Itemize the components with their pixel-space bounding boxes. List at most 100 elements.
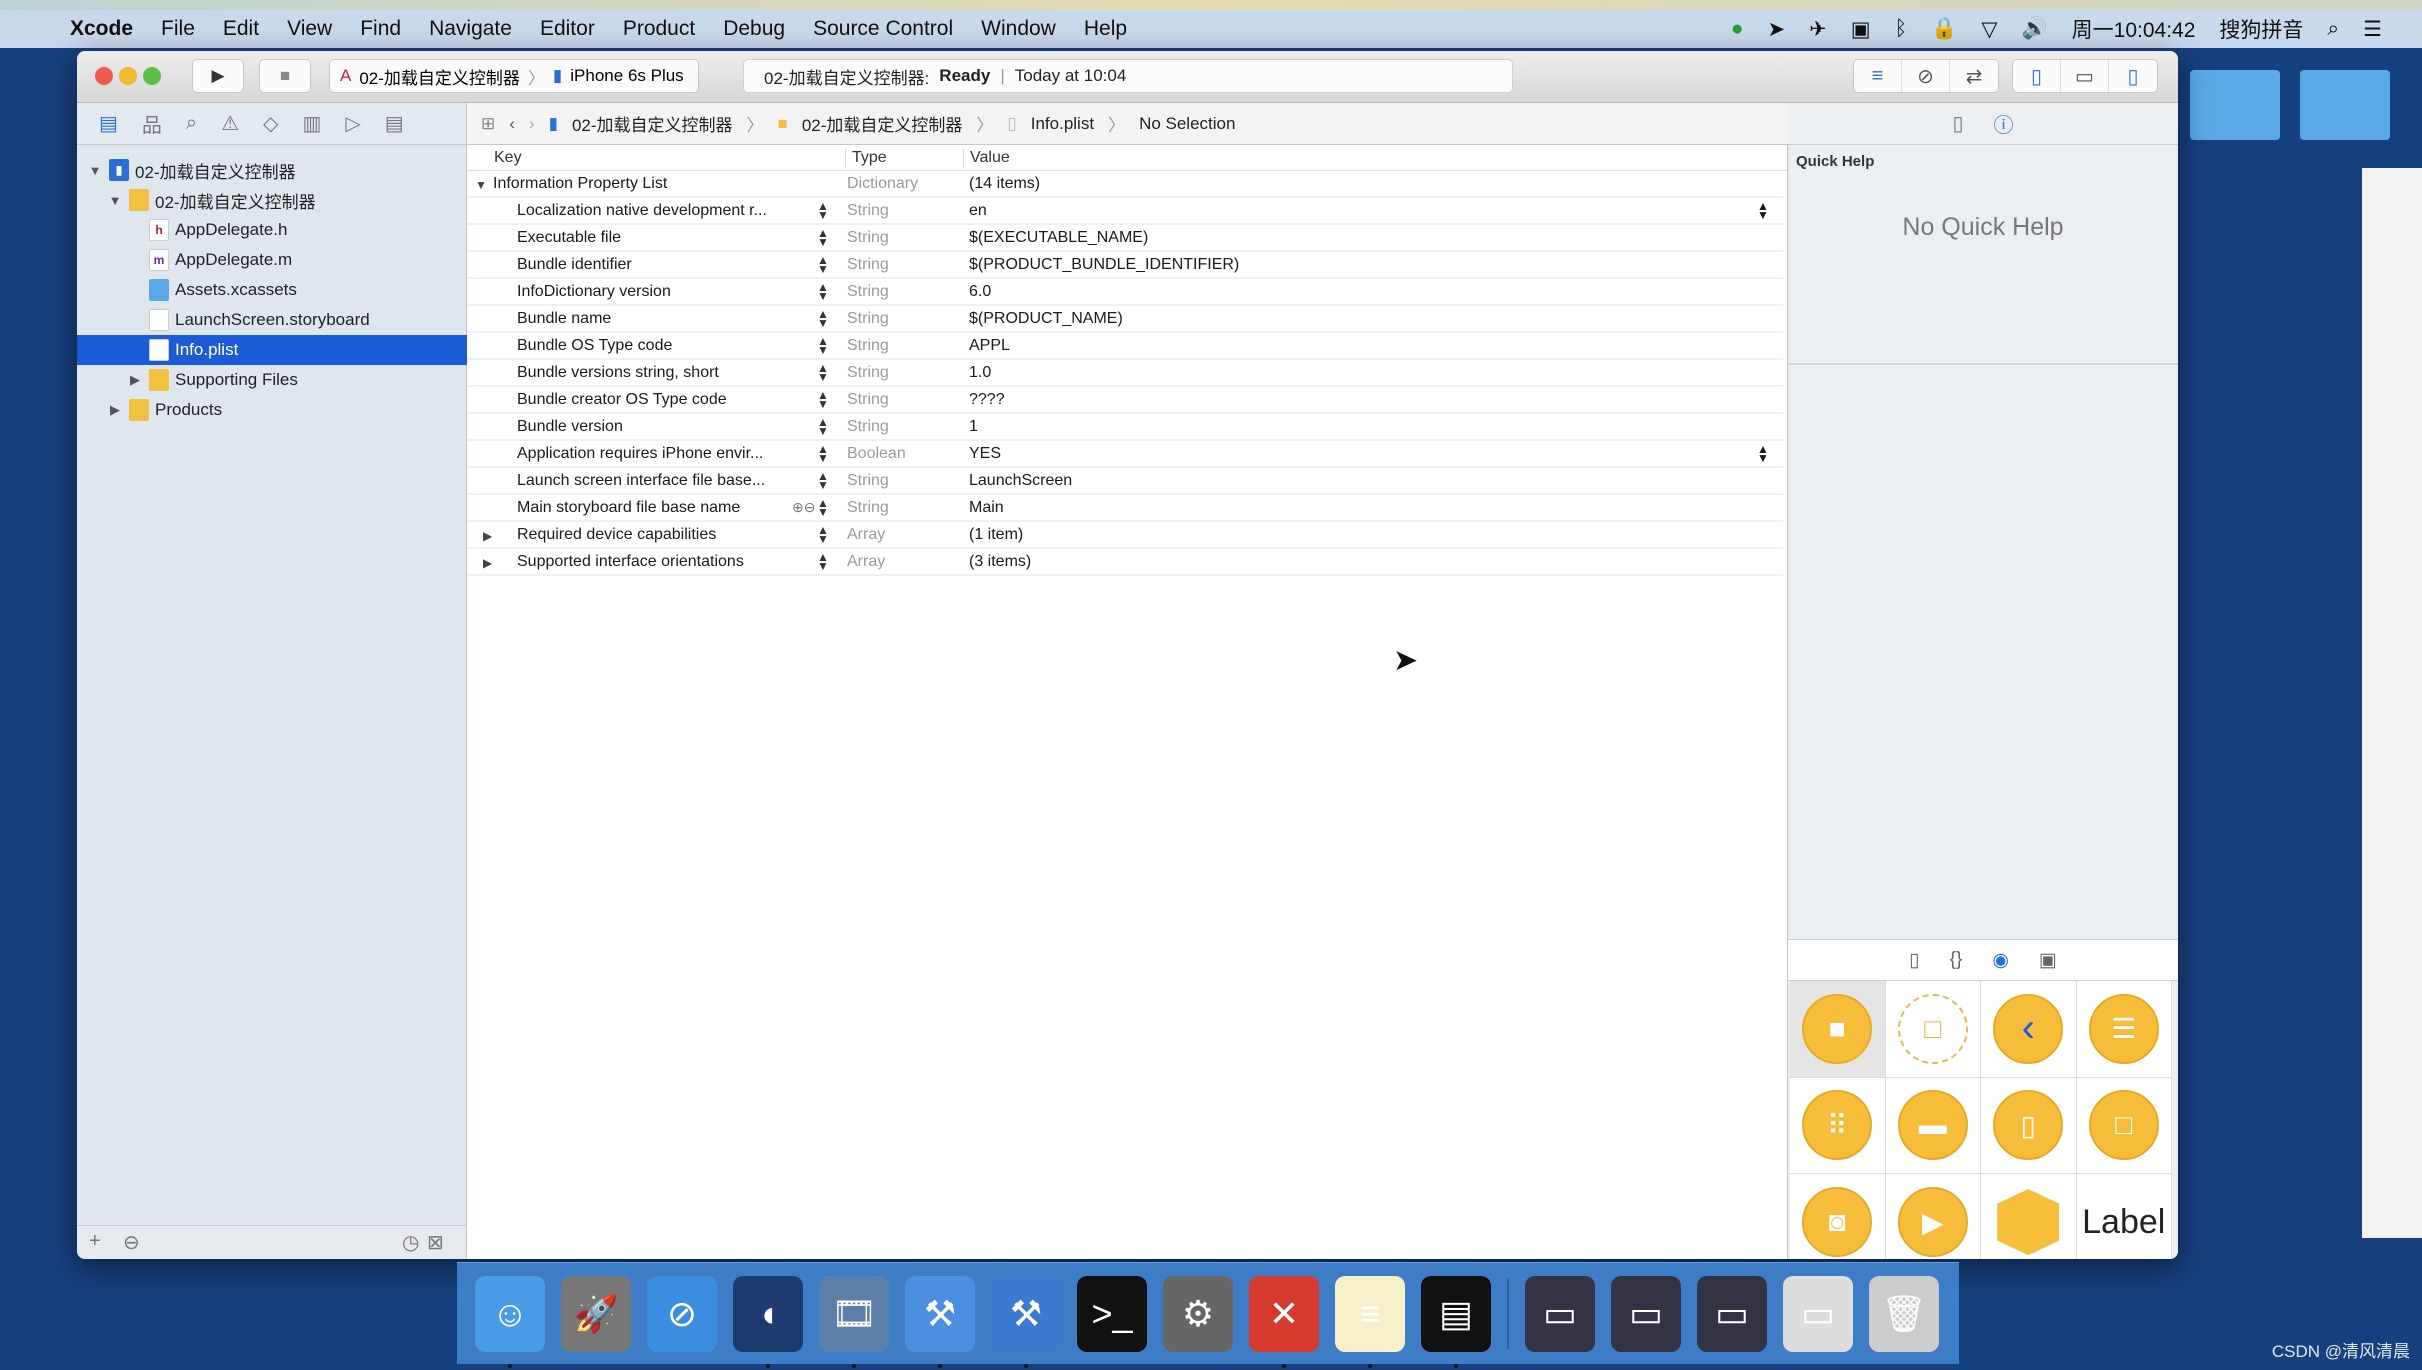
debug-area-toggle-icon[interactable]: ▭ (2061, 60, 2109, 92)
plist-type[interactable]: String (847, 229, 889, 247)
navigator-item[interactable]: m AppDelegate.m (77, 245, 467, 275)
dock-notes-icon[interactable]: ≡ (1335, 1275, 1405, 1368)
plist-row[interactable]: ▶ Required device capabilities ▲ ▼ Array (1 i… (467, 522, 1783, 549)
plist-row[interactable]: Localization native development r... ▲ ▼ St… (467, 198, 1783, 225)
screen-record-icon[interactable]: ▣ (1851, 17, 1871, 42)
key-stepper-icon[interactable]: ▲ ▼ (817, 497, 829, 518)
volume-icon[interactable]: 🔊 (2022, 17, 2048, 41)
plist-key[interactable]: Bundle OS Type code (517, 337, 672, 355)
library-item-av-player-view-controller[interactable]: ▶ (1886, 1174, 1981, 1259)
dock-system-preferences-icon[interactable]: ⚙ (1163, 1275, 1233, 1352)
plist-value[interactable]: 1.0 (969, 364, 991, 382)
plist-type[interactable]: String (847, 256, 889, 274)
key-stepper-icon[interactable]: ▲ ▼ (817, 551, 829, 572)
value-popup-icon[interactable]: ▲ ▼ (1757, 443, 1769, 464)
plist-key[interactable]: Bundle versions string, short (517, 364, 719, 382)
plist-value[interactable]: (1 item) (969, 526, 1023, 544)
back-icon[interactable]: ‹ (509, 114, 515, 134)
disclosure-triangle-icon[interactable]: ▼ (475, 178, 487, 192)
type-column-header[interactable]: Type (845, 149, 887, 167)
menu-edit[interactable]: Edit (223, 17, 259, 41)
menu-file[interactable]: File (161, 17, 195, 41)
key-stepper-icon[interactable]: ▲ ▼ (817, 227, 829, 248)
plist-row[interactable]: ▼ Information Property List Dictionary (14 … (467, 171, 1783, 198)
plist-value[interactable]: LaunchScreen (969, 472, 1072, 490)
library-item-split-view-controller[interactable]: ▯ (1981, 1077, 2077, 1175)
plist-value[interactable]: (14 items) (969, 175, 1040, 193)
menu-find[interactable]: Find (360, 17, 401, 41)
plist-key[interactable]: Localization native development r... (517, 202, 767, 220)
jump-bar-project[interactable]: 02-加载自定义控制器 (572, 111, 733, 136)
plist-key[interactable]: Executable file (517, 229, 621, 247)
notification-center-icon[interactable]: ☰ (2363, 17, 2382, 42)
plist-type[interactable]: Boolean (847, 445, 906, 463)
issue-navigator-icon[interactable]: ⚠ (221, 111, 239, 136)
scheme-selector[interactable]: A 02-加载自定义控制器 〉 ▮ iPhone 6s Plus (329, 59, 699, 93)
plist-key[interactable]: Launch screen interface file base... (517, 472, 765, 490)
plist-value[interactable]: en (969, 202, 987, 220)
symbol-navigator-icon[interactable]: 品 (142, 109, 162, 138)
clock[interactable]: 周一10:04:42 (2072, 14, 2196, 44)
status-app-icon[interactable]: ● (1731, 17, 1744, 41)
dock-finder-icon[interactable]: ☺ (475, 1275, 545, 1368)
library-item-page-view-controller[interactable]: □ (2076, 1077, 2172, 1175)
library-item-tab-bar-controller[interactable]: ▬ (1885, 1077, 1981, 1175)
disclosure-triangle-icon[interactable]: ▶ (127, 372, 143, 388)
disclosure-triangle-icon[interactable]: ▶ (483, 556, 492, 570)
plist-type[interactable]: String (847, 364, 889, 382)
menu-source-control[interactable]: Source Control (813, 17, 953, 41)
value-column-header[interactable]: Value (963, 149, 1010, 167)
plist-type[interactable]: Array (847, 526, 885, 544)
media-library-icon[interactable]: ▣ (2039, 949, 2057, 972)
utilities-toggle-icon[interactable]: ▯ (2109, 60, 2157, 92)
bluetooth-icon[interactable]: ᛒ (1895, 17, 1908, 41)
key-stepper-icon[interactable]: ▲ ▼ (817, 524, 829, 545)
plist-type[interactable]: String (847, 337, 889, 355)
plist-row[interactable]: Bundle name ▲ ▼ String $(PRODUCT_NAME) (467, 306, 1783, 333)
desktop-folder-icon[interactable] (2300, 70, 2390, 140)
filter-icon[interactable]: ⊖ (123, 1230, 140, 1255)
plist-key[interactable]: Required device capabilities (517, 526, 716, 544)
plist-row[interactable]: Bundle versions string, short ▲ ▼ String 1.0 (467, 360, 1783, 387)
plist-row[interactable]: Application requires iPhone envir... ▲ ▼ Bo… (467, 441, 1783, 468)
plist-key[interactable]: Application requires iPhone envir... (517, 445, 763, 463)
plist-key[interactable]: Bundle creator OS Type code (517, 391, 727, 409)
plist-key[interactable]: Bundle identifier (517, 256, 632, 274)
key-stepper-icon[interactable]: ▲ ▼ (817, 281, 829, 302)
recent-files-icon[interactable]: ◷ (402, 1230, 419, 1255)
navigator-item[interactable]: ▶ Supporting Files (77, 365, 467, 395)
desktop-folder-icon[interactable] (2190, 70, 2280, 140)
key-stepper-icon[interactable]: ▲ ▼ (817, 254, 829, 275)
jump-bar-group[interactable]: 02-加载自定义控制器 (802, 111, 963, 136)
key-stepper-icon[interactable]: ▲ ▼ (817, 200, 829, 221)
library-item-navigation-controller[interactable]: ‹ (1981, 981, 2077, 1078)
key-stepper-icon[interactable]: ▲ ▼ (817, 335, 829, 356)
navigator-item[interactable]: h AppDelegate.h (77, 215, 467, 245)
plist-row[interactable]: Main storyboard file base name ▲ ▼ ⊕⊖ String… (467, 495, 1783, 522)
plist-row[interactable]: Bundle creator OS Type code ▲ ▼ String???? (467, 387, 1783, 414)
menu-product[interactable]: Product (623, 17, 695, 41)
menu-window[interactable]: Window (981, 17, 1056, 41)
minimize-button[interactable] (119, 67, 137, 85)
plist-type[interactable]: String (847, 202, 889, 220)
library-item-glkit-view-controller[interactable]: ◙ (1790, 1174, 1886, 1259)
dock-safari-icon[interactable]: ⊘ (647, 1275, 717, 1352)
plist-value[interactable]: $(PRODUCT_NAME) (969, 310, 1123, 328)
scm-filter-icon[interactable]: ⊠ (427, 1230, 444, 1255)
plist-key[interactable]: Information Property List (493, 175, 667, 193)
plist-value[interactable]: YES (969, 445, 1001, 463)
navigator-item[interactable]: Info.plist (77, 335, 467, 365)
plist-value[interactable]: (3 items) (969, 553, 1031, 571)
report-navigator-icon[interactable]: ▤ (385, 111, 404, 136)
key-stepper-icon[interactable]: ▲ ▼ (817, 443, 829, 464)
key-column-header[interactable]: Key (494, 149, 522, 167)
plist-row[interactable]: Launch screen interface file base... ▲ ▼ St… (467, 468, 1783, 495)
code-snippet-library-icon[interactable]: {} (1950, 949, 1963, 971)
plist-key[interactable]: Supported interface orientations (517, 553, 744, 571)
plist-type[interactable]: String (847, 499, 889, 517)
disclosure-triangle-icon[interactable]: ▶ (483, 529, 492, 543)
plist-type[interactable]: String (847, 283, 889, 301)
dock-mouse-icon[interactable]: ◖ (733, 1275, 803, 1368)
jump-bar-file[interactable]: Info.plist (1031, 114, 1094, 134)
dock-window-1-icon[interactable]: ▭ (1525, 1275, 1595, 1352)
